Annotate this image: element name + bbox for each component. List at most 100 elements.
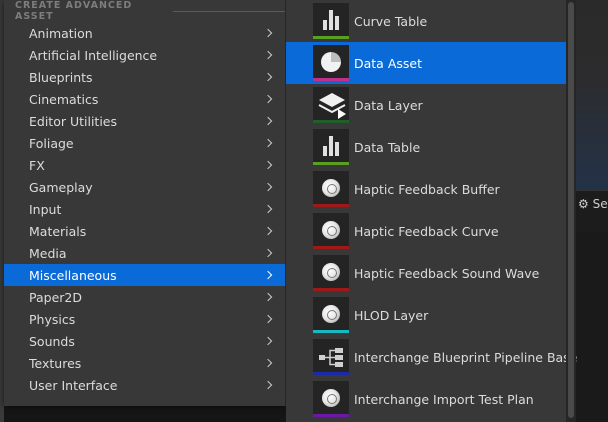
chevron-right-icon [263,380,273,390]
menu-item-user-interface[interactable]: User Interface [4,374,285,396]
asset-item-label: Haptic Feedback Buffer [354,181,500,197]
asset-item-label: HLOD Layer [354,307,429,323]
sphere-icon [322,263,340,281]
menu-item-label: Media [29,245,67,261]
menu-item-input[interactable]: Input [4,198,285,220]
submenu-scrollbar-thumb[interactable] [568,2,574,418]
asset-item-data-asset[interactable]: Data Asset [286,42,566,84]
menu-item-fx[interactable]: FX [4,154,285,176]
pie-chart-icon [321,52,341,72]
create-advanced-asset-menu: CREATE ADVANCED ASSET Animation Artificia… [4,0,286,406]
chevron-right-icon [263,50,273,60]
menu-item-label: Gameplay [29,179,93,195]
menu-item-label: Miscellaneous [29,267,117,283]
chevron-right-icon [263,358,273,368]
asset-item-haptic-feedback-sound-wave[interactable]: Haptic Feedback Sound Wave [286,252,566,294]
chevron-right-icon [263,336,273,346]
settings-label: Set [592,197,608,211]
bar-chart-icon [321,136,341,156]
asset-item-interchange-import-test-plan[interactable]: Interchange Import Test Plan [286,378,566,420]
menu-item-foliage[interactable]: Foliage [4,132,285,154]
pipeline-icon [318,347,344,367]
menu-item-editor-utilities[interactable]: Editor Utilities [4,110,285,132]
menu-item-label: Editor Utilities [29,113,118,129]
chevron-right-icon [263,116,273,126]
background-settings-label: ⚙ Set [578,197,608,211]
asset-item-label: Curve Table [354,13,428,29]
menu-item-label: Artificial Intelligence [29,47,158,63]
chevron-right-icon [263,182,273,192]
menu-item-artificial-intelligence[interactable]: Artificial Intelligence [4,44,285,66]
menu-item-physics[interactable]: Physics [4,308,285,330]
asset-type-color-bar [313,414,349,417]
asset-item-label: Interchange Import Test Plan [354,391,534,407]
asset-thumbnail [313,171,349,207]
background-viewport [576,0,608,190]
menu-item-miscellaneous[interactable]: Miscellaneous [4,264,285,286]
asset-item-hlod-layer[interactable]: HLOD Layer [286,294,566,336]
asset-item-data-table[interactable]: Data Table [286,126,566,168]
asset-thumbnail [313,339,349,375]
sphere-icon [322,221,340,239]
asset-type-color-bar [313,162,349,165]
menu-item-label: Textures [29,355,82,371]
chevron-right-icon [263,314,273,324]
menu-item-label: Blueprints [29,69,93,85]
chevron-right-icon [263,226,273,236]
background-panel [576,232,608,422]
menu-item-label: Animation [29,25,93,41]
asset-thumbnail [313,3,349,39]
chevron-right-icon [263,270,273,280]
menu-item-paper2d[interactable]: Paper2D [4,286,285,308]
asset-item-haptic-feedback-buffer[interactable]: Haptic Feedback Buffer [286,168,566,210]
menu-item-gameplay[interactable]: Gameplay [4,176,285,198]
section-title: CREATE ADVANCED ASSET [15,0,133,22]
asset-thumbnail [313,45,349,81]
asset-type-color-bar [313,288,349,291]
asset-item-interchange-blueprint-pipeline-base[interactable]: Interchange Blueprint Pipeline Base [286,336,577,378]
asset-thumbnail [313,87,349,123]
data-layer-icon [317,90,347,120]
menu-item-materials[interactable]: Materials [4,220,285,242]
bar-chart-icon [321,10,341,30]
asset-item-curve-table[interactable]: Curve Table [286,0,566,42]
asset-item-haptic-feedback-curve[interactable]: Haptic Feedback Curve [286,210,566,252]
chevron-right-icon [263,292,273,302]
menu-item-label: Input [29,201,62,217]
asset-item-label: Haptic Feedback Curve [354,223,499,239]
asset-thumbnail [313,129,349,165]
menu-item-sounds[interactable]: Sounds [4,330,285,352]
sphere-icon [322,305,340,323]
menu-item-label: User Interface [29,377,118,393]
asset-type-color-bar [313,120,349,123]
asset-thumbnail [313,381,349,417]
chevron-right-icon [263,94,273,104]
asset-thumbnail [313,297,349,333]
sphere-icon [322,389,340,407]
menu-item-label: Physics [29,311,76,327]
chevron-right-icon [263,248,273,258]
asset-type-color-bar [313,36,349,39]
asset-item-label: Interchange Blueprint Pipeline Base [354,349,578,365]
chevron-right-icon [263,72,273,82]
submenu-scrollbar[interactable] [566,0,576,422]
menu-item-label: FX [29,157,45,173]
menu-item-label: Sounds [29,333,75,349]
menu-item-media[interactable]: Media [4,242,285,264]
asset-type-color-bar [313,204,349,207]
menu-item-label: Foliage [29,135,74,151]
asset-item-data-layer[interactable]: Data Layer [286,84,566,126]
menu-item-blueprints[interactable]: Blueprints [4,66,285,88]
asset-thumbnail [313,213,349,249]
menu-item-textures[interactable]: Textures [4,352,285,374]
section-divider [173,10,285,12]
chevron-right-icon [263,160,273,170]
chevron-right-icon [263,28,273,38]
asset-item-label: Data Layer [354,97,423,113]
menu-item-cinematics[interactable]: Cinematics [4,88,285,110]
menu-item-label: Cinematics [29,91,99,107]
asset-type-color-bar [313,330,349,333]
asset-item-label: Data Table [354,139,421,155]
section-header: CREATE ADVANCED ASSET [4,0,285,22]
menu-item-animation[interactable]: Animation [4,22,285,44]
